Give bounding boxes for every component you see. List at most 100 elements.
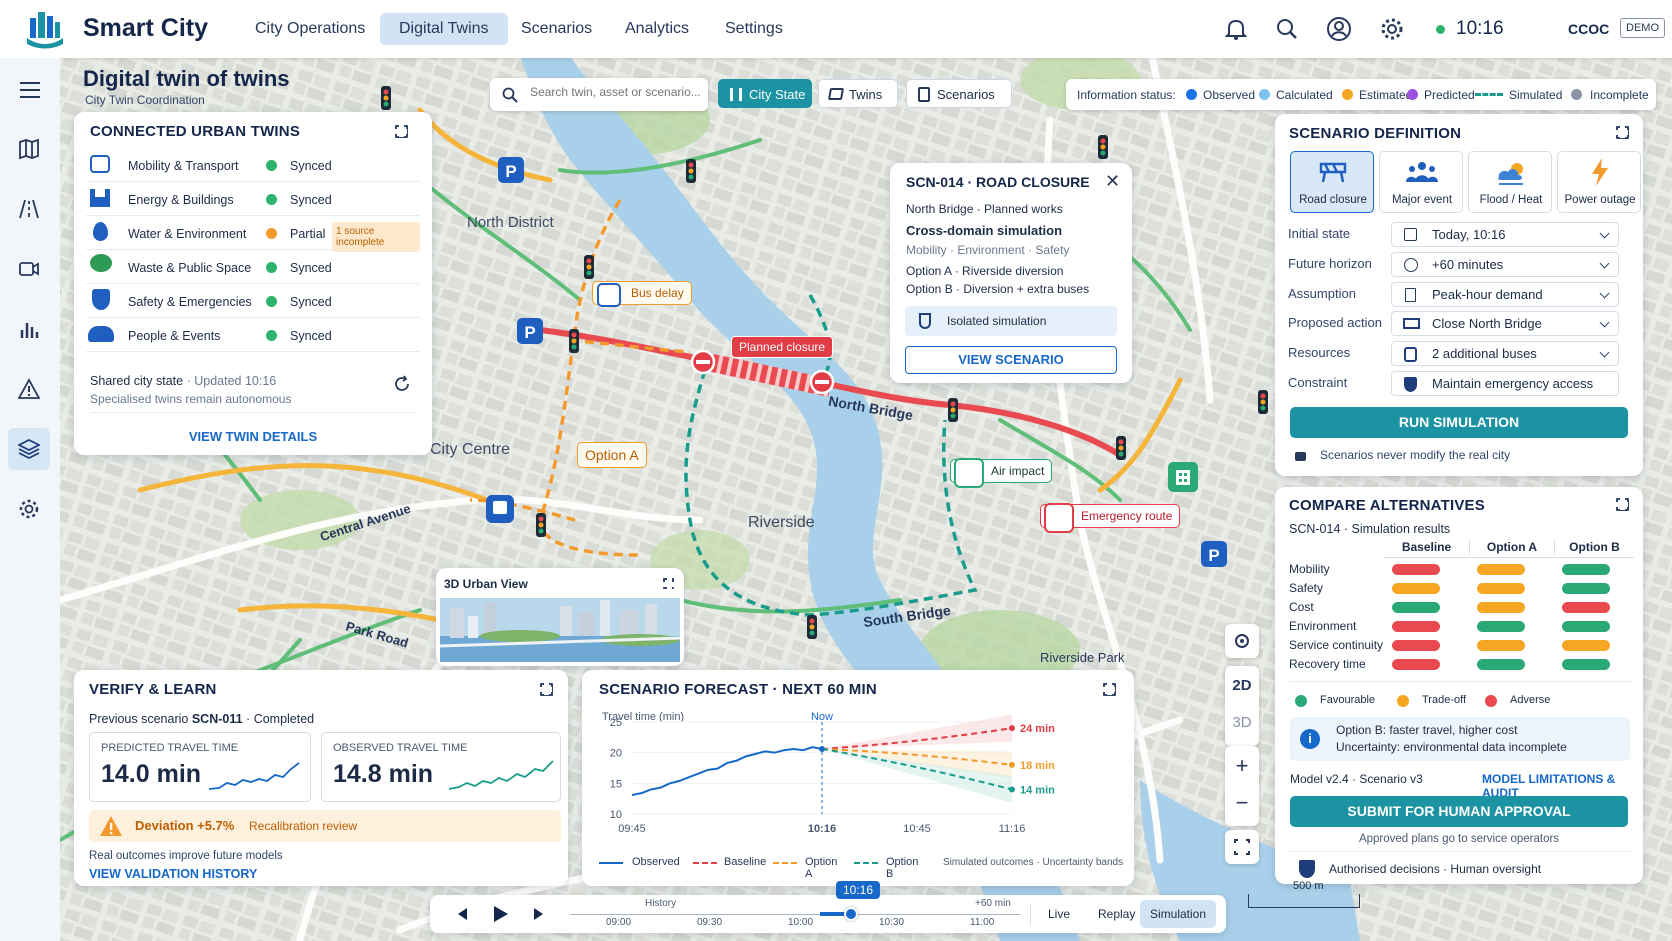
- type-major-event[interactable]: Major event: [1379, 151, 1463, 213]
- type-flood-heat[interactable]: Flood / Heat: [1468, 151, 1552, 213]
- nav-analytics[interactable]: Analytics: [606, 13, 708, 45]
- row-label: Safety: [1289, 581, 1324, 595]
- zoom-in-icon[interactable]: +: [1225, 749, 1259, 783]
- flask-icon: [919, 313, 931, 329]
- urban-view-thumbnail[interactable]: 3D Urban View: [436, 568, 684, 666]
- expand-icon[interactable]: [539, 682, 553, 696]
- bus-delay-tag[interactable]: Bus delay: [592, 281, 692, 307]
- view-twin-details-link[interactable]: VIEW TWIN DETAILS: [74, 429, 432, 444]
- initial-state-select[interactable]: Today, 10:16: [1391, 222, 1619, 247]
- timeline-handle[interactable]: [844, 907, 858, 921]
- field-label: Assumption: [1288, 286, 1356, 301]
- expand-icon[interactable]: [1102, 682, 1116, 696]
- expand-icon[interactable]: [1615, 125, 1629, 139]
- locate-icon[interactable]: [1225, 624, 1259, 658]
- estimated-dot: [1342, 89, 1353, 100]
- play-icon[interactable]: [494, 906, 508, 922]
- timeline-tick: 11:00: [970, 917, 995, 928]
- bar-chart-icon[interactable]: [8, 308, 50, 350]
- bell-icon[interactable]: [1225, 18, 1247, 40]
- timeline-tick: 10:30: [879, 917, 905, 928]
- mode-simulation[interactable]: Simulation: [1140, 900, 1216, 928]
- type-power-outage[interactable]: Power outage: [1557, 151, 1641, 213]
- type-road-closure[interactable]: Road closure: [1290, 151, 1374, 213]
- tab-scenarios[interactable]: Scenarios: [906, 79, 1012, 108]
- run-simulation-button[interactable]: RUN SIMULATION: [1290, 407, 1628, 438]
- option-label: Option A: [906, 264, 952, 278]
- twin-row-waste[interactable]: Waste & Public Space Synced: [86, 250, 420, 284]
- type-label: Flood / Heat: [1479, 194, 1543, 206]
- future-label: +60 min: [975, 898, 1011, 909]
- model: Model v2.4: [1290, 772, 1349, 786]
- status-text: Synced: [290, 329, 332, 343]
- series-endpoint: [1009, 761, 1015, 768]
- camera-icon[interactable]: [8, 248, 50, 290]
- twin-row-safety[interactable]: Safety & Emergencies Synced: [86, 284, 420, 318]
- layers-icon[interactable]: [8, 428, 50, 470]
- twin-row-energy[interactable]: Energy & Buildings Synced: [86, 182, 420, 216]
- adverse-dot: [1485, 695, 1497, 707]
- alert-icon[interactable]: [8, 368, 50, 410]
- option-a-tag[interactable]: Option A: [577, 442, 647, 468]
- status-dot: [266, 262, 277, 273]
- legend-label: Information status:: [1077, 88, 1176, 102]
- twin-row-water[interactable]: Water & Environment Partial 1 source inc…: [86, 216, 420, 252]
- search-icon[interactable]: [1276, 18, 1298, 40]
- planned-closure-tag[interactable]: Planned closure: [731, 336, 834, 358]
- resources-select[interactable]: 2 additional buses: [1391, 341, 1619, 366]
- user-account-icon[interactable]: [1326, 16, 1352, 42]
- chevron-down-icon: [1599, 347, 1610, 358]
- validation-history-link[interactable]: VIEW VALIDATION HISTORY: [89, 867, 257, 881]
- map-icon[interactable]: [8, 128, 50, 170]
- nav-scenarios[interactable]: Scenarios: [502, 13, 611, 45]
- assumption-select[interactable]: Peak-hour demand: [1391, 282, 1619, 307]
- timeline-slider[interactable]: History +60 min 09:00 09:30 10:00 10:30 …: [570, 898, 1020, 930]
- compare-alternatives-panel: Compare Alternatives SCN-014 · Simulatio…: [1275, 487, 1643, 884]
- view-2d-button[interactable]: 2D: [1225, 669, 1259, 703]
- search-input[interactable]: [530, 85, 700, 99]
- tree-icon: [90, 254, 112, 272]
- menu-icon[interactable]: [8, 68, 50, 110]
- skip-forward-icon[interactable]: [534, 908, 543, 920]
- road-icon[interactable]: [8, 188, 50, 230]
- settings-gear-icon[interactable]: [8, 488, 50, 530]
- fullscreen-icon[interactable]: [1225, 830, 1259, 864]
- view-3d-button[interactable]: 3D: [1225, 706, 1259, 740]
- user-name[interactable]: CCOC: [1568, 21, 1609, 37]
- constraint-select[interactable]: Maintain emergency access: [1391, 371, 1619, 396]
- air-impact-tag[interactable]: Air impact: [950, 458, 1053, 488]
- mode-replay[interactable]: Replay: [1098, 907, 1135, 921]
- location: North Bridge: [906, 202, 974, 216]
- submit-approval-button[interactable]: SUBMIT FOR HUMAN APPROVAL: [1290, 796, 1628, 827]
- tab-city-state[interactable]: City State: [718, 79, 812, 108]
- nav-digital-twins[interactable]: Digital Twins: [380, 13, 508, 45]
- nav-city-operations[interactable]: City Operations: [236, 13, 384, 45]
- zoom-out-icon[interactable]: −: [1225, 786, 1259, 820]
- expand-icon[interactable]: [1615, 497, 1629, 511]
- legend-label: Baseline: [724, 856, 767, 868]
- gear-icon[interactable]: [1380, 17, 1404, 41]
- recalibration-text: Recalibration review: [249, 819, 358, 833]
- skip-back-icon[interactable]: [458, 908, 467, 920]
- scenario-version: Scenario v3: [1359, 772, 1423, 786]
- twin-label: Water & Environment: [128, 227, 247, 241]
- future-horizon-select[interactable]: +60 minutes: [1391, 252, 1619, 277]
- legend-observed: Observed: [1203, 88, 1256, 102]
- mode-live[interactable]: Live: [1048, 907, 1070, 921]
- view-scenario-button[interactable]: VIEW SCENARIO: [905, 346, 1117, 374]
- popup-title: SCN-014 · ROAD CLOSURE: [906, 174, 1090, 190]
- emergency-route-tag[interactable]: Emergency route: [1040, 503, 1181, 533]
- twin-row-mobility[interactable]: Mobility & Transport Synced: [86, 148, 420, 182]
- close-icon[interactable]: ✕: [1105, 171, 1120, 192]
- twin-row-people[interactable]: People & Events Synced: [86, 318, 420, 352]
- row-label: Service continuity: [1289, 638, 1384, 652]
- expand-icon[interactable]: [662, 577, 675, 590]
- proposed-action-select[interactable]: Close North Bridge: [1391, 311, 1619, 336]
- refresh-icon[interactable]: [393, 375, 411, 393]
- tab-twins[interactable]: Twins: [818, 79, 898, 108]
- nav-settings[interactable]: Settings: [706, 13, 802, 45]
- predicted-dot: [1407, 89, 1418, 100]
- expand-icon[interactable]: [394, 124, 408, 138]
- view-toggle[interactable]: 2D 3D: [1225, 666, 1259, 746]
- map-search-box[interactable]: [490, 78, 708, 111]
